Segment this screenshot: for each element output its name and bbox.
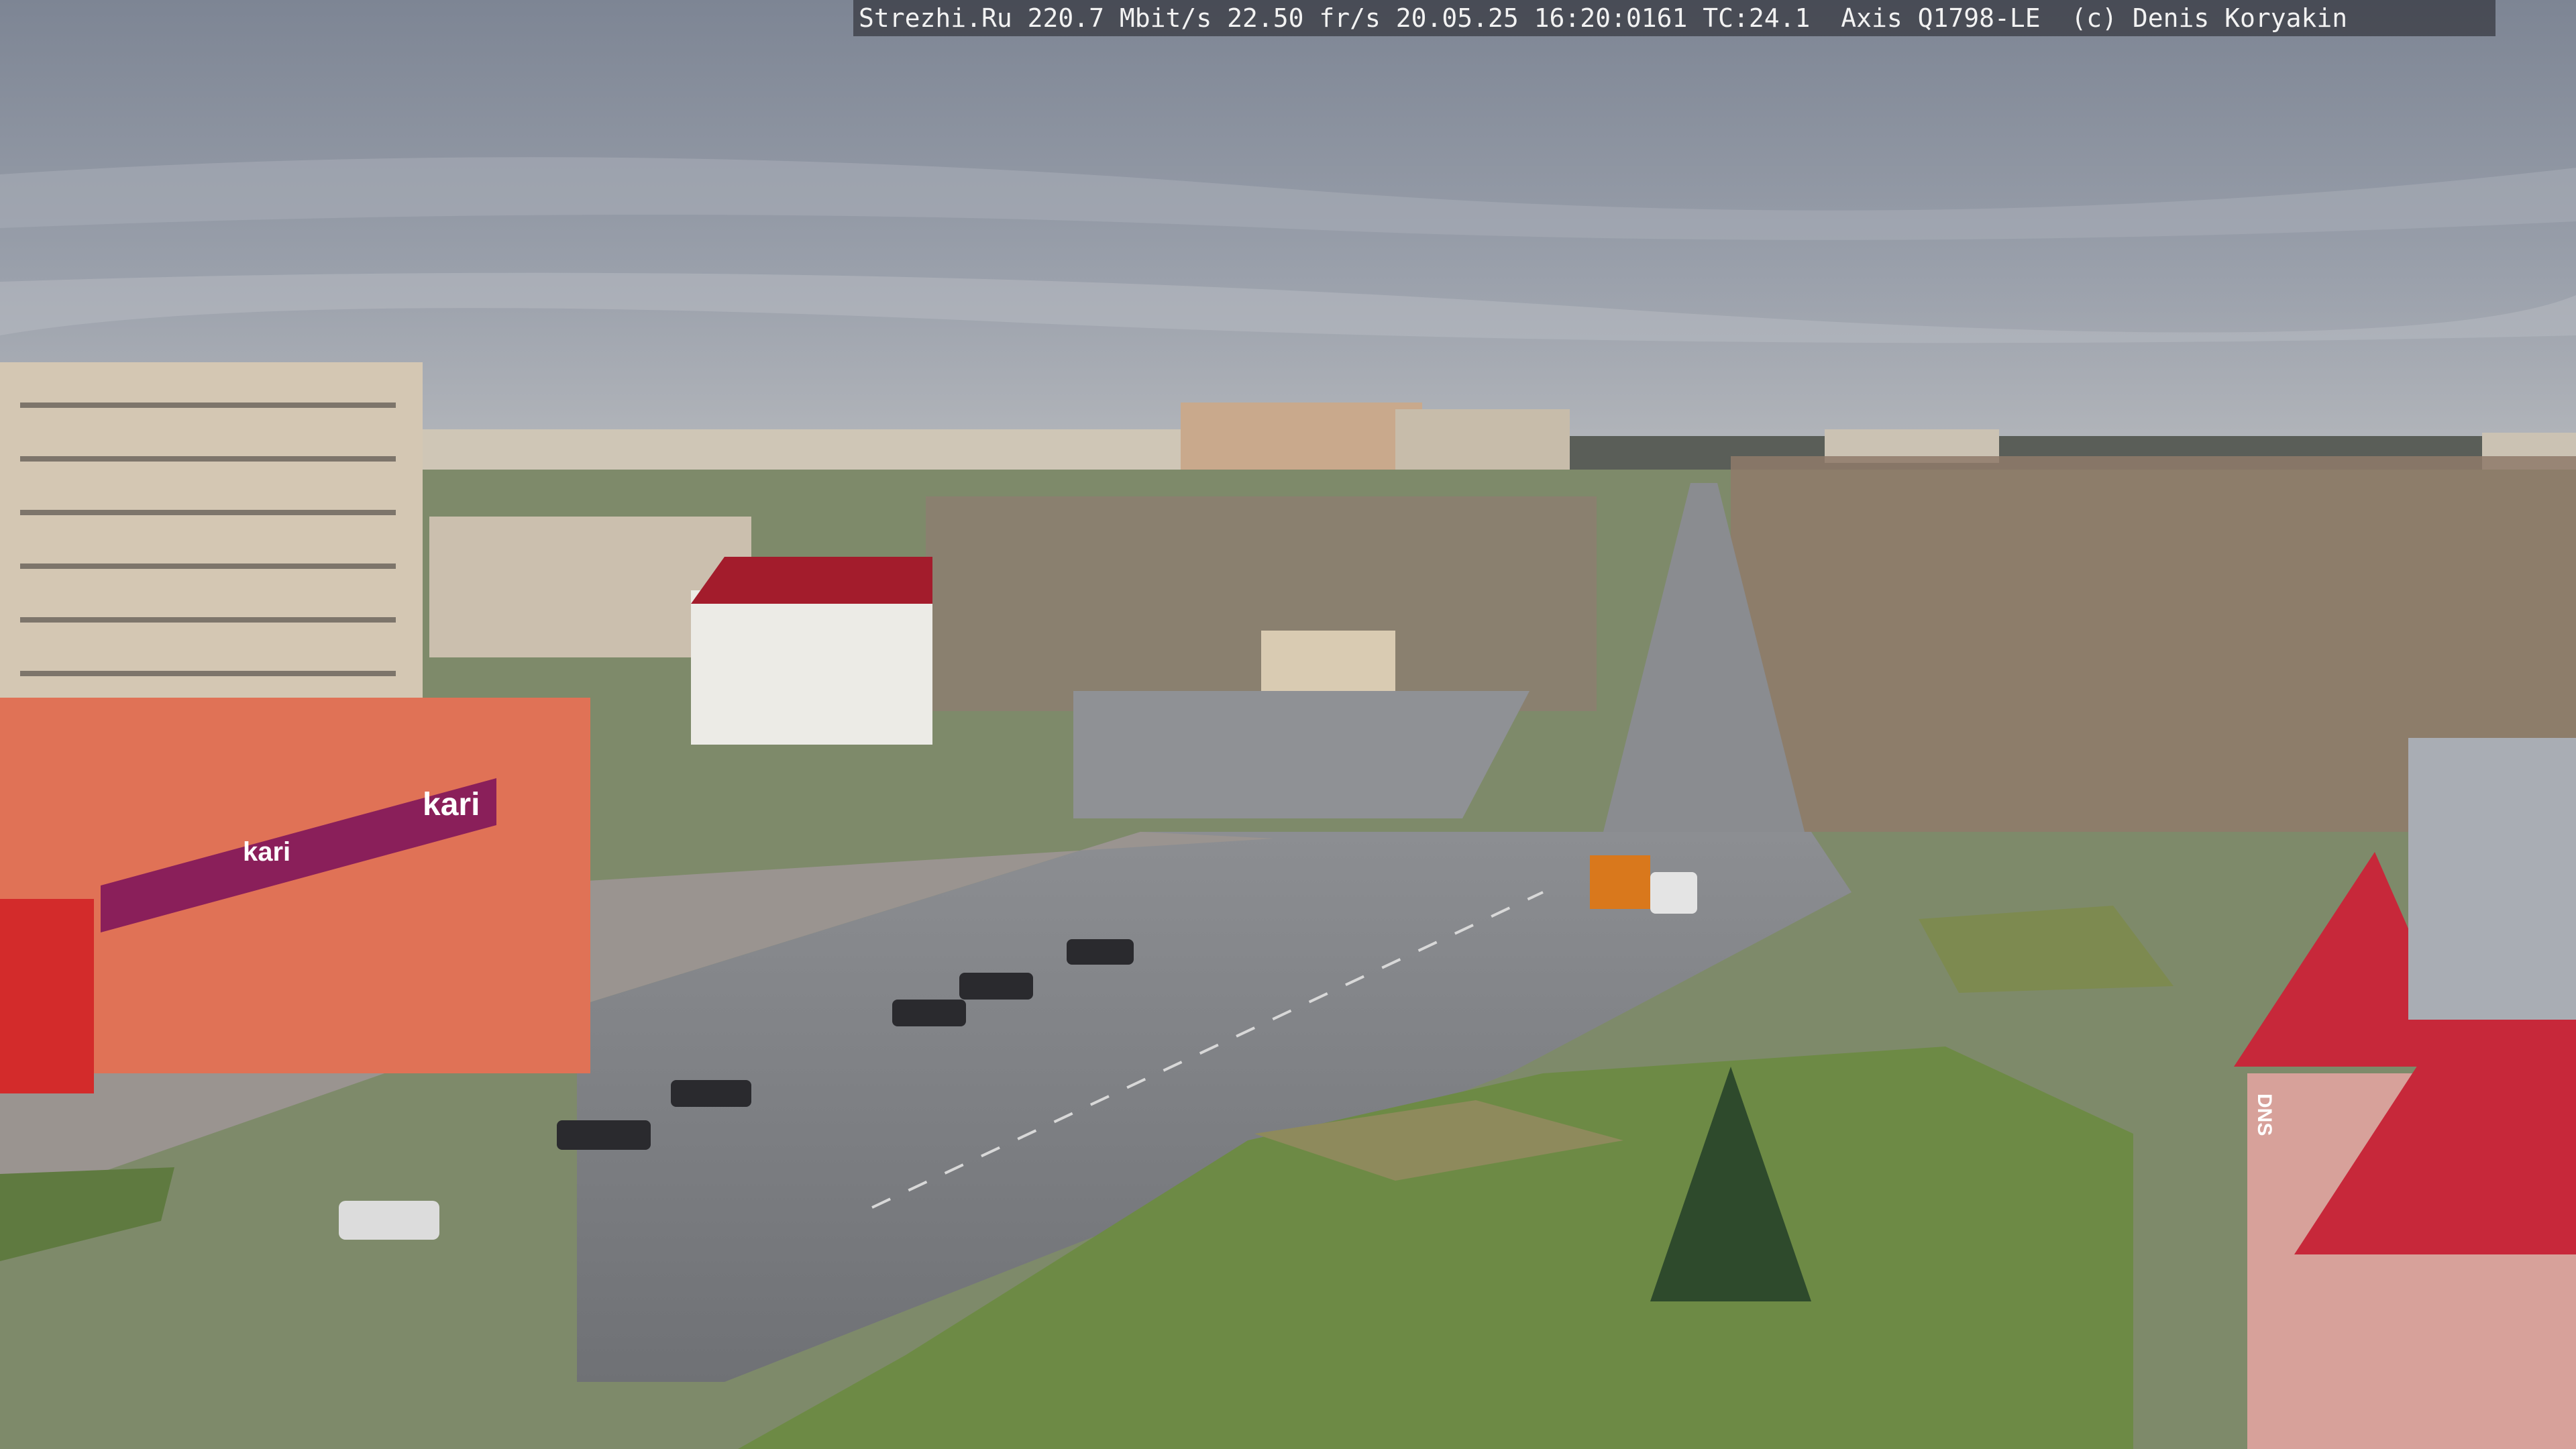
red-roof [691, 557, 932, 604]
red-roof-building [691, 590, 932, 745]
plaza [1073, 691, 1529, 818]
hall-building [1261, 631, 1395, 691]
white-car [339, 1201, 439, 1240]
grey-building-right [2408, 738, 2576, 1020]
white-van [1650, 872, 1697, 914]
orange-truck [1590, 855, 1650, 909]
city-street-photo [0, 0, 2576, 1449]
store-red-front [0, 899, 94, 1093]
camera-caption: Strezhi.Ru 220.7 Mbit/s 22.50 fr/s 20.05… [853, 0, 2496, 36]
kari-store-sign-small: kari [243, 837, 291, 867]
dns-store-sign: DNS [2253, 1093, 2275, 1136]
webcam-scene: Strezhi.Ru 220.7 Mbit/s 22.50 fr/s 20.05… [0, 0, 2576, 1449]
kari-store-sign: kari [423, 787, 480, 822]
